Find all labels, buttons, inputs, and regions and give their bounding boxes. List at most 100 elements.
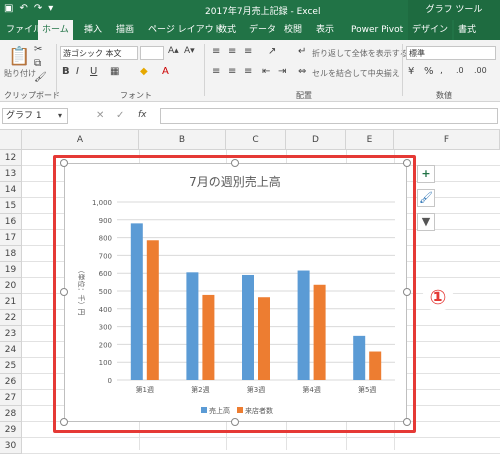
row-header[interactable]: 22 <box>0 310 22 326</box>
comma-icon[interactable]: , <box>440 66 443 76</box>
redo-icon[interactable]: ↷ <box>34 3 42 14</box>
increase-indent-icon[interactable]: ⇥ <box>278 66 286 77</box>
column-header-c[interactable]: C <box>226 130 286 150</box>
row-header[interactable]: 26 <box>0 374 22 390</box>
increase-decimal-icon[interactable]: .0 <box>456 66 464 75</box>
format-painter-icon[interactable]: 🖌 <box>34 72 47 83</box>
fill-color-icon[interactable]: ◆ <box>140 66 148 77</box>
cut-icon[interactable]: ✂ <box>34 44 42 55</box>
row-header[interactable]: 15 <box>0 198 22 214</box>
font-name-select[interactable]: 游ゴシック 本文 <box>60 46 138 60</box>
currency-icon[interactable]: ¥ <box>408 66 414 77</box>
paste-icon[interactable]: 📋 <box>8 46 30 67</box>
resize-handle-right[interactable] <box>403 288 411 296</box>
align-middle-icon[interactable]: ≡ <box>228 46 236 57</box>
y-tick-label: 700 <box>99 252 112 260</box>
column-header-e[interactable]: E <box>346 130 394 150</box>
tab-view[interactable]: 表示 <box>312 20 338 40</box>
row-header[interactable]: 17 <box>0 230 22 246</box>
paste-button[interactable]: 貼り付け <box>4 68 36 79</box>
wrap-text-button[interactable]: 折り返して全体を表示する <box>312 48 408 59</box>
align-top-icon[interactable]: ≡ <box>212 46 220 57</box>
save-icon[interactable]: ▣ <box>4 3 13 14</box>
grow-font-icon[interactable]: A▴ <box>168 46 179 56</box>
resize-handle-bottom-right[interactable] <box>403 418 411 426</box>
bar-visitors <box>202 294 215 380</box>
tab-formulas[interactable]: 数式 <box>214 20 240 40</box>
row-header[interactable]: 16 <box>0 214 22 230</box>
column-header-f[interactable]: F <box>394 130 500 150</box>
align-left-icon[interactable]: ≡ <box>212 66 220 77</box>
wrap-text-icon[interactable]: ↵ <box>298 46 306 57</box>
font-color-icon[interactable]: A <box>162 66 169 77</box>
row-header[interactable]: 28 <box>0 406 22 422</box>
row-header[interactable]: 14 <box>0 182 22 198</box>
resize-handle-top[interactable] <box>231 159 239 167</box>
shrink-font-icon[interactable]: A▾ <box>184 46 195 56</box>
number-group-label: 数値 <box>436 91 452 100</box>
brush-icon: 🖌 <box>419 191 433 204</box>
tab-home[interactable]: ホーム <box>38 20 73 40</box>
align-right-icon[interactable]: ≡ <box>244 66 252 77</box>
insert-function-icon[interactable]: fx <box>138 110 147 120</box>
row-header[interactable]: 21 <box>0 294 22 310</box>
underline-icon[interactable]: U <box>90 66 97 77</box>
resize-handle-top-right[interactable] <box>403 159 411 167</box>
enter-icon[interactable]: ✓ <box>116 110 124 121</box>
chart-object[interactable]: 7月の週別売上高 0 100 200 300 400 500 600 700 800 900 1,00… <box>64 163 407 422</box>
bold-icon[interactable]: B <box>62 66 70 77</box>
select-all-corner[interactable] <box>0 130 22 150</box>
orientation-icon[interactable]: ↗ <box>268 46 276 57</box>
row-header[interactable]: 29 <box>0 422 22 438</box>
formula-input[interactable] <box>160 108 498 124</box>
borders-icon[interactable]: ▦ <box>110 66 119 77</box>
chart-elements-button[interactable]: + <box>417 165 435 183</box>
tab-review[interactable]: 校閲 <box>280 20 306 40</box>
name-box-dropdown-icon[interactable]: ▾ <box>58 111 62 120</box>
resize-handle-left[interactable] <box>60 288 68 296</box>
tab-data[interactable]: データ <box>245 20 280 40</box>
row-header[interactable]: 19 <box>0 262 22 278</box>
align-center-icon[interactable]: ≡ <box>228 66 236 77</box>
row-header[interactable]: 25 <box>0 358 22 374</box>
row-header[interactable]: 27 <box>0 390 22 406</box>
resize-handle-bottom[interactable] <box>231 418 239 426</box>
row-header[interactable]: 23 <box>0 326 22 342</box>
row-header[interactable]: 30 <box>0 438 22 454</box>
chart-filters-button[interactable]: ▼ <box>417 213 435 231</box>
cancel-icon[interactable]: ✕ <box>96 110 104 121</box>
merge-center-icon[interactable]: ⇔ <box>298 66 306 77</box>
column-header-a[interactable]: A <box>22 130 139 150</box>
tab-draw[interactable]: 描画 <box>112 20 138 40</box>
resize-handle-top-left[interactable] <box>60 159 68 167</box>
chart-styles-button[interactable]: 🖌 <box>417 189 435 207</box>
align-bottom-icon[interactable]: ≡ <box>244 46 252 57</box>
tab-chart-format[interactable]: 書式 <box>454 20 500 40</box>
number-format-select[interactable]: 標準 <box>406 46 496 60</box>
customize-icon[interactable]: ▾ <box>48 3 53 14</box>
column-headers: A B C D E F <box>0 130 500 150</box>
decrease-decimal-icon[interactable]: .00 <box>474 66 487 75</box>
undo-icon[interactable]: ↶ <box>19 3 27 14</box>
percent-icon[interactable]: % <box>424 66 434 77</box>
tab-power-pivot[interactable]: Power Pivot <box>347 20 407 40</box>
font-size-select[interactable] <box>140 46 164 60</box>
row-header[interactable]: 20 <box>0 278 22 294</box>
resize-handle-bottom-left[interactable] <box>60 418 68 426</box>
tab-insert[interactable]: 挿入 <box>80 20 106 40</box>
decrease-indent-icon[interactable]: ⇤ <box>262 66 270 77</box>
row-header[interactable]: 13 <box>0 166 22 182</box>
row-header[interactable]: 24 <box>0 342 22 358</box>
ribbon-separator <box>56 44 57 96</box>
tab-chart-design[interactable]: デザイン <box>408 20 453 40</box>
row-header[interactable]: 18 <box>0 246 22 262</box>
column-header-b[interactable]: B <box>139 130 226 150</box>
alignment-group-label: 配置 <box>296 91 312 100</box>
italic-icon[interactable]: I <box>76 66 79 77</box>
ribbon-tabs: ファイル ホーム 挿入 描画 ページ レイアウト 数式 データ 校閲 表示 Po… <box>0 20 500 40</box>
copy-icon[interactable]: ⧉ <box>34 58 41 69</box>
column-header-d[interactable]: D <box>286 130 346 150</box>
row-header[interactable]: 12 <box>0 150 22 166</box>
merge-center-button[interactable]: セルを結合して中央揃え <box>312 68 400 79</box>
ribbon-home: 📋 貼り付け ✂ ⧉ 🖌 クリップボード 游ゴシック 本文 A▴ A▾ B I … <box>0 40 500 102</box>
